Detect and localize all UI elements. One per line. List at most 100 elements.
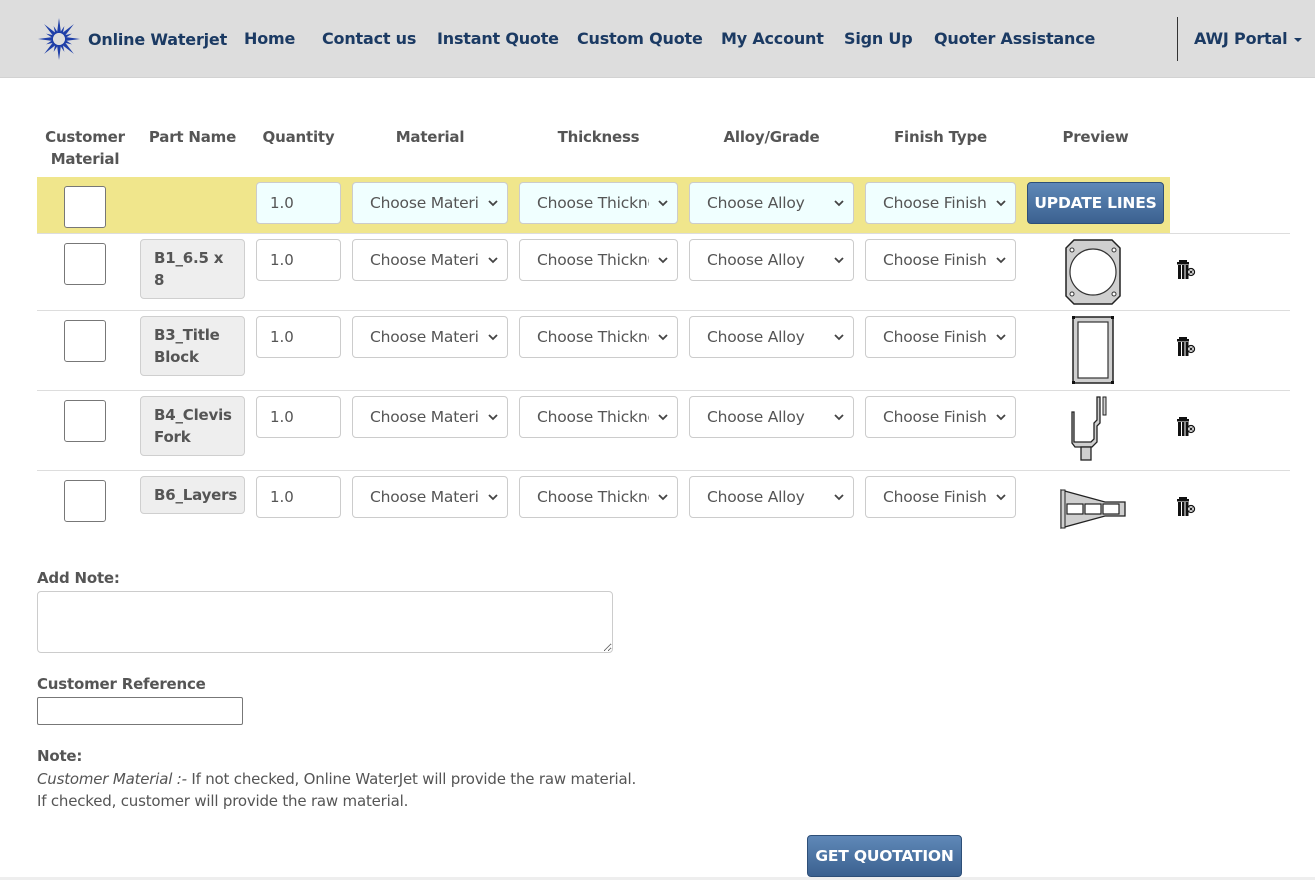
finish-select[interactable]: Choose Finish xyxy=(865,476,1016,518)
nav-quoter-assistance[interactable]: Quoter Assistance xyxy=(934,29,1095,48)
note-text: Customer Material :- If not checked, Onl… xyxy=(37,768,636,812)
delete-trash-icon[interactable] xyxy=(1176,258,1196,282)
nav-sign-up[interactable]: Sign Up xyxy=(844,29,913,48)
chevron-down-icon xyxy=(996,494,1006,501)
finish-select-all[interactable]: Choose Finish xyxy=(865,182,1016,224)
chevron-down-icon xyxy=(834,494,844,501)
navbar: Online Waterjet Home Contact us Instant … xyxy=(0,0,1315,78)
nav-contact-us[interactable]: Contact us xyxy=(322,29,416,48)
chevron-down-icon xyxy=(658,334,668,341)
header-finish-type: Finish Type xyxy=(894,128,987,146)
chevron-down-icon xyxy=(834,200,844,207)
header-preview: Preview xyxy=(1062,128,1129,146)
frame-preview[interactable] xyxy=(1072,316,1114,384)
material-select[interactable]: Choose Material xyxy=(352,239,508,281)
alloy-select[interactable]: Choose Alloy xyxy=(689,396,854,438)
delete-trash-icon[interactable] xyxy=(1176,335,1196,359)
delete-trash-icon[interactable] xyxy=(1176,415,1196,439)
customer-material-checkbox[interactable] xyxy=(64,243,106,285)
nav-home[interactable]: Home xyxy=(244,29,295,48)
header-thickness: Thickness xyxy=(557,128,640,146)
finish-select[interactable]: Choose Finish xyxy=(865,396,1016,438)
row-divider xyxy=(37,470,1290,471)
quantity-input[interactable]: 1.0 xyxy=(256,316,341,358)
add-note-label: Add Note: xyxy=(37,569,120,587)
alloy-select-all[interactable]: Choose Alloy xyxy=(689,182,854,224)
chevron-down-icon xyxy=(834,257,844,264)
chevron-down-icon xyxy=(488,494,498,501)
thickness-select[interactable]: Choose Thickness xyxy=(519,316,678,358)
quantity-input[interactable]: 1.0 xyxy=(256,396,341,438)
chevron-down-icon xyxy=(658,200,668,207)
note-italic: Customer Material :- xyxy=(37,770,187,788)
part-name: B4_Clevis Fork xyxy=(140,396,245,456)
header-material: Material xyxy=(395,128,465,146)
header-part-name: Part Name xyxy=(148,128,237,146)
chevron-down-icon xyxy=(996,414,1006,421)
note-line-2: If checked, customer will provide the ra… xyxy=(37,792,409,810)
portal-label: AWJ Portal xyxy=(1194,29,1288,48)
brand-link[interactable]: Online Waterjet xyxy=(37,16,227,62)
header-customer-material: Customer Material xyxy=(45,128,125,168)
customer-material-checkbox[interactable] xyxy=(64,320,106,362)
row-divider xyxy=(37,310,1290,311)
alloy-select[interactable]: Choose Alloy xyxy=(689,476,854,518)
nav-instant-quote[interactable]: Instant Quote xyxy=(437,29,559,48)
bracket-plate-preview[interactable] xyxy=(1064,238,1122,306)
chevron-down-icon xyxy=(996,257,1006,264)
row-divider xyxy=(37,390,1290,391)
chevron-down-icon xyxy=(488,334,498,341)
nav-custom-quote[interactable]: Custom Quote xyxy=(577,29,703,48)
material-select[interactable]: Choose Material xyxy=(352,476,508,518)
material-select-all[interactable]: Choose Material xyxy=(352,182,508,224)
chevron-down-icon xyxy=(658,257,668,264)
delete-trash-icon[interactable] xyxy=(1176,495,1196,519)
row-divider xyxy=(37,233,1290,234)
chevron-down-icon xyxy=(834,334,844,341)
brand-name: Online Waterjet xyxy=(88,29,228,49)
thickness-select[interactable]: Choose Thickness xyxy=(519,476,678,518)
quantity-input[interactable]: 1.0 xyxy=(256,476,341,518)
finish-select[interactable]: Choose Finish xyxy=(865,239,1016,281)
chevron-down-icon xyxy=(996,200,1006,207)
layers-preview[interactable] xyxy=(1059,488,1127,530)
chevron-down-icon xyxy=(488,257,498,264)
chevron-down-icon xyxy=(834,414,844,421)
chevron-down-icon xyxy=(658,414,668,421)
thickness-select[interactable]: Choose Thickness xyxy=(519,239,678,281)
part-name: B1_6.5 x 8 xyxy=(140,239,245,299)
customer-reference-input[interactable] xyxy=(37,697,243,725)
part-name: B6_Layers xyxy=(140,476,245,514)
header-quantity: Quantity xyxy=(262,128,335,146)
starburst-logo-icon xyxy=(38,18,80,60)
portal-dropdown[interactable]: AWJ Portal xyxy=(1194,29,1303,48)
chevron-down-icon xyxy=(488,414,498,421)
quantity-input-all[interactable]: 1.0 xyxy=(256,182,341,224)
nav-divider xyxy=(1177,17,1178,61)
alloy-select[interactable]: Choose Alloy xyxy=(689,239,854,281)
finish-select[interactable]: Choose Finish xyxy=(865,316,1016,358)
add-note-textarea[interactable] xyxy=(37,591,613,653)
note-heading: Note: xyxy=(37,747,83,765)
chevron-down-icon xyxy=(488,200,498,207)
material-select[interactable]: Choose Material xyxy=(352,316,508,358)
customer-material-checkbox[interactable] xyxy=(64,480,106,522)
thickness-select[interactable]: Choose Thickness xyxy=(519,396,678,438)
part-name: B3_Title Block xyxy=(140,316,245,376)
clevis-preview[interactable] xyxy=(1070,395,1114,463)
thickness-select-all[interactable]: Choose Thickness xyxy=(519,182,678,224)
customer-reference-label: Customer Reference xyxy=(37,675,206,693)
header-alloy-grade: Alloy/Grade xyxy=(723,128,820,146)
nav-my-account[interactable]: My Account xyxy=(721,29,824,48)
customer-material-checkbox-all[interactable] xyxy=(64,186,106,228)
alloy-select[interactable]: Choose Alloy xyxy=(689,316,854,358)
chevron-down-icon xyxy=(996,334,1006,341)
caret-down-icon xyxy=(1294,37,1303,42)
update-lines-button[interactable]: UPDATE LINES xyxy=(1027,182,1164,224)
get-quotation-button[interactable]: GET QUOTATION xyxy=(807,835,962,877)
note-line-1: If not checked, Online WaterJet will pro… xyxy=(186,770,637,788)
chevron-down-icon xyxy=(658,494,668,501)
quantity-input[interactable]: 1.0 xyxy=(256,239,341,281)
material-select[interactable]: Choose Material xyxy=(352,396,508,438)
customer-material-checkbox[interactable] xyxy=(64,400,106,442)
